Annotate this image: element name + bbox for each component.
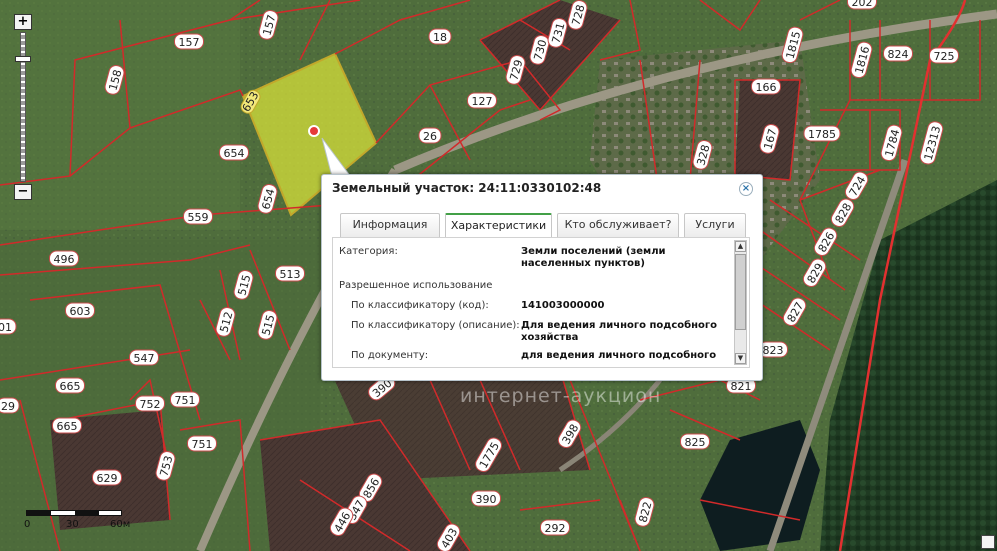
plot-label-p496[interactable]: 496 <box>49 250 79 267</box>
plot-number: 665 <box>57 420 78 433</box>
plot-label-p751[interactable]: 751 <box>170 391 200 408</box>
plot-number: 29 <box>1 400 15 413</box>
plot-label-p725[interactable]: 725 <box>929 47 959 64</box>
plot-number: 665 <box>60 380 81 393</box>
plot-number: 824 <box>888 48 909 61</box>
watermark: интернет-аукцион <box>460 385 662 407</box>
plot-number: 654 <box>224 147 245 160</box>
plot-label-p127[interactable]: 127 <box>467 92 497 109</box>
plot-number: 26 <box>423 130 437 143</box>
plot-label-p292[interactable]: 292 <box>540 519 570 536</box>
popup-scrollbar[interactable]: ▲ ▼ <box>734 240 747 365</box>
scroll-thumb[interactable] <box>735 254 746 330</box>
plot-number: 157 <box>179 36 200 49</box>
plot-label-p390b[interactable]: 390 <box>471 490 501 507</box>
scale-label-60: 60м <box>110 519 131 530</box>
zoom-in-button[interactable]: + <box>14 14 32 30</box>
tab-characteristics[interactable]: Характеристики <box>445 213 552 238</box>
category-value: Земли поселений (земли населенных пункто… <box>521 246 666 269</box>
document-label: По документу: <box>351 350 429 361</box>
plot-label-p1785[interactable]: 1785 <box>803 125 841 142</box>
plot-number: 1785 <box>808 128 836 141</box>
plot-number: 166 <box>756 81 777 94</box>
plot-label-p26[interactable]: 26 <box>418 127 442 144</box>
classifier-desc-label: По классификатору (описание): <box>351 320 520 331</box>
classifier-code-value: 141003000000 <box>521 300 605 311</box>
plot-number: 202 <box>852 0 873 9</box>
plot-number: 825 <box>685 436 706 449</box>
plot-number: 127 <box>472 95 493 108</box>
plot-number: 629 <box>97 472 118 485</box>
plot-label-p29[interactable]: 29 <box>0 397 20 414</box>
zoom-out-button[interactable]: − <box>14 184 32 200</box>
plot-label-p824[interactable]: 824 <box>883 45 913 62</box>
plot-number: 01 <box>0 321 12 334</box>
plot-label-p166[interactable]: 166 <box>751 78 781 95</box>
scale-label-30: 30 <box>66 519 79 530</box>
classifier-desc-value: Для ведения личного подсобного хозяйства <box>521 320 717 343</box>
plot-number: 559 <box>188 211 209 224</box>
plot-number: 751 <box>175 394 196 407</box>
scroll-up-icon[interactable]: ▲ <box>735 241 746 252</box>
plot-label-p513[interactable]: 513 <box>275 265 305 282</box>
zoom-slider-track[interactable] <box>20 32 26 182</box>
plot-marker[interactable] <box>308 125 320 137</box>
plot-label-p157[interactable]: 157 <box>174 33 204 50</box>
scroll-down-icon[interactable]: ▼ <box>735 353 746 364</box>
plot-number: 496 <box>54 253 75 266</box>
plot-label-p752[interactable]: 752 <box>135 395 165 412</box>
plot-label-p654[interactable]: 654 <box>219 144 249 161</box>
zoom-control[interactable]: + − <box>14 14 32 202</box>
tab-info[interactable]: Информация <box>340 213 440 237</box>
resize-corner-icon[interactable] <box>981 535 995 549</box>
plot-label-p665b[interactable]: 665 <box>52 417 82 434</box>
tab-who-serves[interactable]: Кто обслуживает? <box>557 213 679 237</box>
plot-label-p202[interactable]: 202 <box>847 0 877 10</box>
plot-number: 823 <box>763 344 784 357</box>
zoom-slider-thumb[interactable] <box>15 56 31 62</box>
plot-label-p559[interactable]: 559 <box>183 208 213 225</box>
plot-label-p629[interactable]: 629 <box>92 469 122 486</box>
plot-number: 513 <box>280 268 301 281</box>
plot-number: 390 <box>476 493 497 506</box>
plot-number: 725 <box>934 50 955 63</box>
plot-number: 821 <box>731 380 752 393</box>
document-value: для ведения личного подсобного <box>521 350 717 361</box>
plot-label-p18[interactable]: 18 <box>428 28 452 45</box>
plot-label-p825[interactable]: 825 <box>680 433 710 450</box>
plot-info-popup: Земельный участок: 24:11:0330102:48 × Ин… <box>321 174 763 381</box>
plot-label-p547[interactable]: 547 <box>129 349 159 366</box>
plot-number: 18 <box>433 31 447 44</box>
permitted-use-label: Разрешенное использование <box>339 280 493 291</box>
category-label: Категория: <box>339 246 398 257</box>
plot-number: 751 <box>192 438 213 451</box>
plot-number: 752 <box>140 398 161 411</box>
plot-label-p751b[interactable]: 751 <box>187 435 217 452</box>
classifier-code-label: По классификатору (код): <box>351 300 489 311</box>
scale-bar-graphic <box>26 510 122 516</box>
close-icon[interactable]: × <box>739 182 753 196</box>
tab-services[interactable]: Услуги <box>684 213 746 237</box>
plot-number: 603 <box>70 305 91 318</box>
plot-label-p665[interactable]: 665 <box>55 377 85 394</box>
scale-bar: 0 30 60м <box>22 510 142 540</box>
tab-content[interactable]: Категория: Земли поселений (земли населе… <box>332 237 750 368</box>
plot-number: 292 <box>545 522 566 535</box>
scale-label-0: 0 <box>24 519 31 530</box>
plot-number: 547 <box>134 352 155 365</box>
plot-label-p603[interactable]: 603 <box>65 302 95 319</box>
popup-title: Земельный участок: 24:11:0330102:48 <box>332 181 602 195</box>
plot-label-p01[interactable]: 01 <box>0 318 17 335</box>
